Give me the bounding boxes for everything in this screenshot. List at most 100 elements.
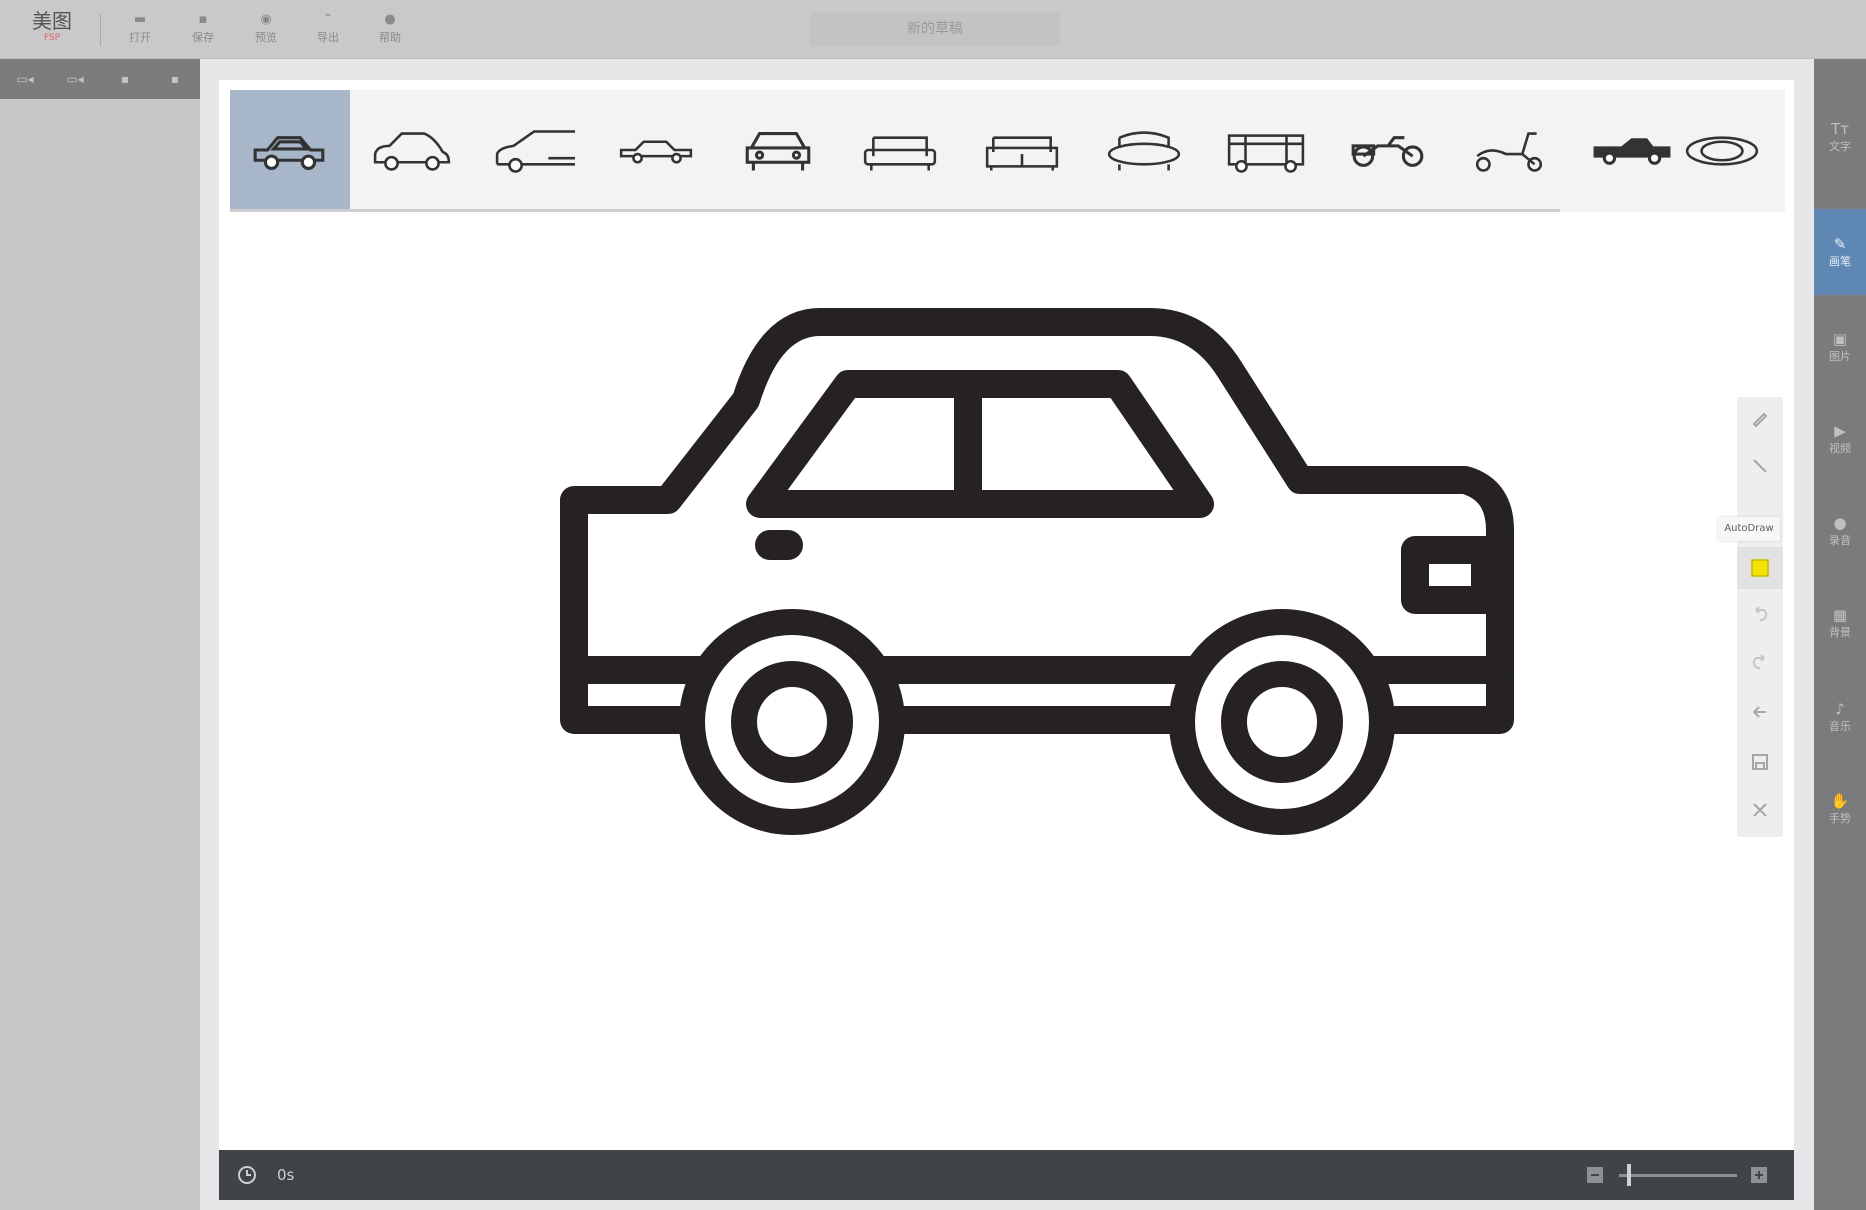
autodraw-icon xyxy=(1751,559,1769,577)
hand-icon: ✋ xyxy=(1830,792,1850,810)
suggestion-scrollbar[interactable] xyxy=(230,209,1560,212)
back-button[interactable] xyxy=(1737,691,1783,733)
redo-icon xyxy=(1752,654,1765,669)
text-tool[interactable]: Tт 文字 xyxy=(1814,97,1866,177)
background-icon: ▦ xyxy=(1832,606,1848,624)
eye-icon: ◉ xyxy=(260,12,272,27)
redo-button[interactable] xyxy=(1737,641,1783,683)
document-title[interactable]: 新的草稿 xyxy=(810,12,1060,46)
gesture-tool-label: 手势 xyxy=(1829,812,1851,825)
right-tool-panel: Tт 文字 ✎ 画笔 ▣ 图片 ▶ 视频 ● 录音 ▦ 背景 ♪ 音乐 ✋ 手势 xyxy=(1814,59,1866,1210)
scene-toolbar: ▭◂ ▭◂ ▪ ▪ xyxy=(0,59,200,99)
logo-subtext: FSP xyxy=(43,33,61,43)
suggestion-sofa[interactable] xyxy=(962,90,1082,212)
gesture-tool[interactable]: ✋ 手势 xyxy=(1814,769,1866,849)
close-icon xyxy=(1753,803,1767,817)
car-front-icon xyxy=(745,132,811,171)
suggestion-car-front[interactable] xyxy=(718,90,838,212)
suggestion-car-partial[interactable] xyxy=(474,90,594,212)
suggestion-motorcycle[interactable] xyxy=(1328,90,1448,212)
pickup-truck-icon xyxy=(1593,138,1671,165)
music-icon: ♪ xyxy=(1835,700,1845,718)
clock-icon xyxy=(238,1166,256,1184)
zoom-slider-handle[interactable] xyxy=(1627,1164,1631,1186)
sofa-icon xyxy=(985,136,1059,171)
brush-tool-tab[interactable]: ✎ 画笔 xyxy=(1814,209,1866,295)
scooter-icon xyxy=(1475,132,1543,172)
record-tool-label: 录音 xyxy=(1829,534,1851,547)
logo-text: 美图 xyxy=(32,9,72,33)
save-icon: ▪ xyxy=(198,12,208,27)
suggestion-car[interactable] xyxy=(230,90,350,212)
video-tool[interactable]: ▶ 视频 xyxy=(1814,399,1866,479)
sedan-icon xyxy=(619,140,693,164)
music-tool[interactable]: ♪ 音乐 xyxy=(1814,677,1866,757)
open-button[interactable]: ▬ 打开 xyxy=(115,10,165,52)
suggestion-fire-truck[interactable] xyxy=(1206,90,1326,212)
zoom-in-icon[interactable] xyxy=(1749,1165,1769,1185)
save-label: 保存 xyxy=(192,31,214,44)
video-icon: ▶ xyxy=(1834,422,1846,440)
text-tool-label: 文字 xyxy=(1829,140,1851,153)
autodraw-tooltip: AutoDraw xyxy=(1718,517,1780,541)
suggestion-armchair[interactable] xyxy=(840,90,960,212)
folder-icon: ▬ xyxy=(133,12,147,27)
suggestion-sedan-small[interactable] xyxy=(596,90,716,212)
help-icon: ● xyxy=(384,12,396,27)
background-tool-label: 背景 xyxy=(1829,626,1851,639)
record-tool[interactable]: ● 录音 xyxy=(1814,491,1866,571)
background-tool[interactable]: ▦ 背景 xyxy=(1814,583,1866,663)
suggestion-loveseat[interactable] xyxy=(1084,90,1204,212)
app-logo: 美图 FSP xyxy=(22,10,82,50)
autodraw-tool[interactable] xyxy=(1737,547,1783,589)
close-drawing-button[interactable] xyxy=(1737,789,1783,831)
image-tool-label: 图片 xyxy=(1829,350,1851,363)
undo-icon xyxy=(1755,606,1768,621)
text-icon: Tт xyxy=(1831,120,1849,138)
open-label: 打开 xyxy=(129,31,151,44)
zoom-out-icon[interactable] xyxy=(1585,1165,1605,1185)
status-bar: 0s xyxy=(219,1150,1794,1200)
export-button[interactable]: ⌃ 导出 xyxy=(303,10,353,52)
help-label: 帮助 xyxy=(379,31,401,44)
video-tool-label: 视频 xyxy=(1829,442,1851,455)
car-drawing xyxy=(560,308,1514,835)
delete-icon[interactable]: ▪ xyxy=(160,69,190,89)
brush-tool-label: 画笔 xyxy=(1829,255,1851,268)
suggestion-scooter[interactable] xyxy=(1450,90,1570,212)
drawing-tools xyxy=(1737,397,1783,837)
pencil-icon xyxy=(1752,412,1768,428)
suggestion-car-outline[interactable] xyxy=(352,90,472,212)
add-scene-icon[interactable]: ▭◂ xyxy=(10,69,40,89)
fire-truck-icon xyxy=(1227,134,1305,173)
pencil-tool[interactable] xyxy=(1737,397,1783,439)
export-label: 导出 xyxy=(317,31,339,44)
preview-label: 预览 xyxy=(255,31,277,44)
motorcycle-icon xyxy=(1351,136,1424,167)
scene-panel: ▭◂ ▭◂ ▪ ▪ xyxy=(0,59,201,1210)
toolbar-divider xyxy=(100,14,101,46)
image-icon: ▣ xyxy=(1832,330,1848,348)
save-drawing-button[interactable] xyxy=(1737,741,1783,783)
image-tool[interactable]: ▣ 图片 xyxy=(1814,307,1866,387)
export-icon: ⌃ xyxy=(322,12,334,27)
timer-display: 0s xyxy=(277,1166,295,1184)
armchair-icon xyxy=(863,136,937,171)
back-arrow-icon xyxy=(1753,706,1766,718)
car-icon xyxy=(253,136,325,170)
autodraw-suggestions xyxy=(230,90,1785,212)
save-icon xyxy=(1752,754,1768,770)
suggestion-planet[interactable] xyxy=(1662,90,1782,212)
car-outline-icon xyxy=(373,132,451,171)
preview-button[interactable]: ◉ 预览 xyxy=(241,10,291,52)
undo-button[interactable] xyxy=(1737,593,1783,635)
copy-scene-icon[interactable]: ▭◂ xyxy=(60,69,90,89)
save-button[interactable]: ▪ 保存 xyxy=(178,10,228,52)
car-partial-icon xyxy=(495,130,575,173)
zoom-slider[interactable] xyxy=(1619,1174,1737,1177)
music-tool-label: 音乐 xyxy=(1829,720,1851,733)
brush-tool[interactable] xyxy=(1737,445,1783,487)
brush-icon: ✎ xyxy=(1833,235,1847,253)
move-up-icon[interactable]: ▪ xyxy=(110,69,140,89)
help-button[interactable]: ● 帮助 xyxy=(365,10,415,52)
